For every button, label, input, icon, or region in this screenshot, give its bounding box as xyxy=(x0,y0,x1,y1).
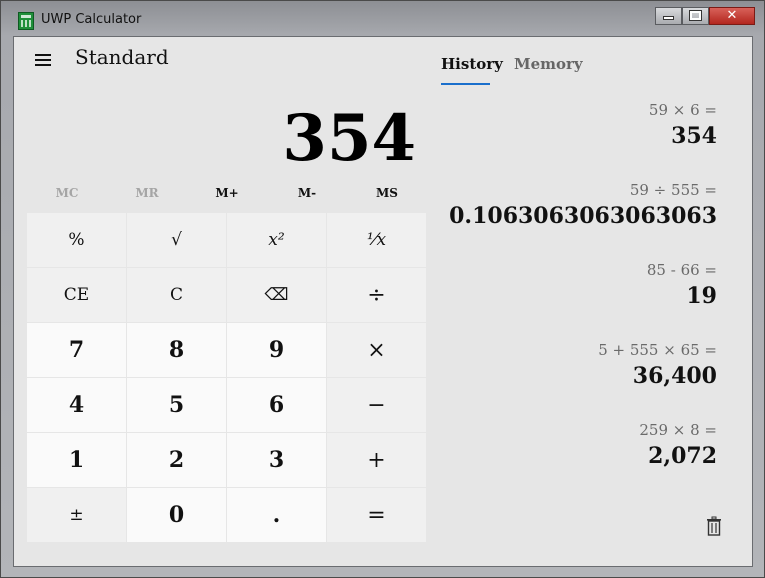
digit-0-button[interactable]: 0 xyxy=(127,488,226,542)
history-expression: 5 + 555 × 65 = xyxy=(598,341,717,359)
tab-history[interactable]: History xyxy=(441,55,503,73)
history-expression: 259 × 8 = xyxy=(639,421,717,439)
digit-5-button[interactable]: 5 xyxy=(127,378,226,432)
digit-4-button[interactable]: 4 xyxy=(27,378,126,432)
digit-7-button[interactable]: 7 xyxy=(27,323,126,377)
memory-store-button[interactable]: MS xyxy=(347,186,427,206)
digit-6-button[interactable]: 6 xyxy=(227,378,326,432)
maximize-icon xyxy=(689,10,702,21)
decimal-point-button[interactable]: . xyxy=(227,488,326,542)
close-button[interactable]: ✕ xyxy=(709,7,755,25)
memory-clear-button[interactable]: MC xyxy=(27,186,107,206)
calculator-mode-title: Standard xyxy=(75,45,169,69)
digit-1-button[interactable]: 1 xyxy=(27,433,126,487)
clear-entry-button[interactable]: CE xyxy=(27,268,126,322)
clear-button[interactable]: C xyxy=(127,268,226,322)
history-result: 2,072 xyxy=(648,443,717,469)
memory-row: MC MR M+ M- MS xyxy=(27,186,427,206)
subtract-button[interactable]: − xyxy=(327,378,426,432)
square-button[interactable]: x² xyxy=(227,213,326,267)
title-bar[interactable]: UWP Calculator ✕ xyxy=(1,1,765,35)
window-title: UWP Calculator xyxy=(41,12,142,27)
result-display: 354 xyxy=(282,101,416,176)
history-item[interactable]: 5 + 555 × 65 = 36,400 xyxy=(598,341,717,389)
digit-3-button[interactable]: 3 xyxy=(227,433,326,487)
history-expression: 59 × 6 = xyxy=(648,101,717,119)
history-item[interactable]: 59 × 6 = 354 xyxy=(649,101,717,149)
history-item[interactable]: 85 - 66 = 19 xyxy=(647,261,717,309)
trash-icon[interactable] xyxy=(706,516,722,536)
history-expression: 59 ÷ 555 = xyxy=(629,181,717,199)
negate-button[interactable]: ± xyxy=(27,488,126,542)
hamburger-menu-icon[interactable] xyxy=(35,54,51,68)
memory-recall-button[interactable]: MR xyxy=(107,186,187,206)
calculator-client-area: Standard 354 MC MR M+ M- MS % √ x² ⅟x CE… xyxy=(13,36,753,567)
history-item[interactable]: 59 ÷ 555 = 0.1063063063063063 xyxy=(449,181,717,229)
keypad: % √ x² ⅟x CE C ⌫ ÷ 7 8 9 × 4 5 6 − 1 2 3… xyxy=(27,213,427,543)
minimize-icon xyxy=(663,16,674,20)
backspace-icon[interactable]: ⌫ xyxy=(227,268,326,322)
maximize-button[interactable] xyxy=(682,7,709,25)
reciprocal-button[interactable]: ⅟x xyxy=(327,213,426,267)
app-window: UWP Calculator ✕ Standard 354 MC MR M+ M… xyxy=(0,0,765,578)
history-expression: 85 - 66 = xyxy=(646,261,717,279)
memory-add-button[interactable]: M+ xyxy=(187,186,267,206)
history-item[interactable]: 259 × 8 = 2,072 xyxy=(639,421,717,469)
multiply-button[interactable]: × xyxy=(327,323,426,377)
digit-2-button[interactable]: 2 xyxy=(127,433,226,487)
window-controls: ✕ xyxy=(655,7,755,26)
memory-subtract-button[interactable]: M- xyxy=(267,186,347,206)
digit-9-button[interactable]: 9 xyxy=(227,323,326,377)
history-result: 36,400 xyxy=(632,363,717,389)
digit-8-button[interactable]: 8 xyxy=(127,323,226,377)
tab-memory[interactable]: Memory xyxy=(514,55,583,73)
history-result: 19 xyxy=(686,283,717,309)
percent-button[interactable]: % xyxy=(27,213,126,267)
history-result: 0.1063063063063063 xyxy=(449,203,717,229)
equals-button[interactable]: = xyxy=(327,488,426,542)
minimize-button[interactable] xyxy=(655,7,682,25)
square-root-button[interactable]: √ xyxy=(127,213,226,267)
divide-button[interactable]: ÷ xyxy=(327,268,426,322)
active-tab-indicator xyxy=(441,83,490,85)
add-button[interactable]: + xyxy=(327,433,426,487)
calculator-app-icon xyxy=(18,12,34,30)
history-result: 354 xyxy=(671,123,717,149)
